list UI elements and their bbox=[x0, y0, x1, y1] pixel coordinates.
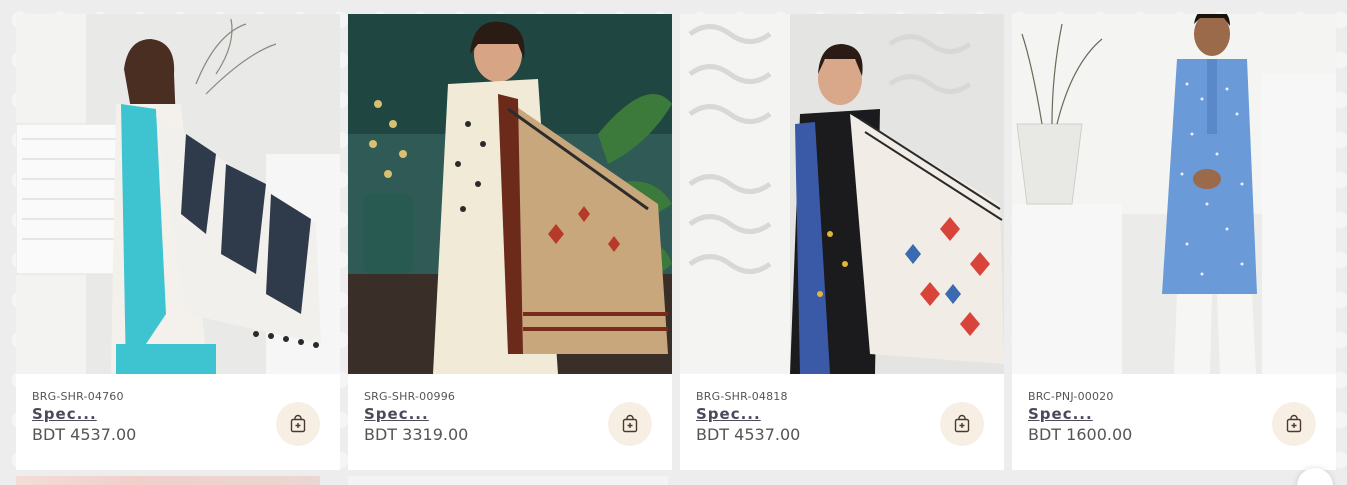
product-sku: BRG-SHR-04760 bbox=[32, 390, 124, 403]
shopping-bag-plus-icon bbox=[290, 414, 306, 433]
product-sku: BRG-SHR-04818 bbox=[696, 390, 788, 403]
add-to-cart-button[interactable] bbox=[940, 402, 984, 446]
product-card[interactable]: BRG-SHR-04818 Spec... BDT 4537.00 bbox=[680, 14, 1004, 470]
product-info: BRG-SHR-04760 Spec... BDT 4537.00 bbox=[16, 374, 340, 470]
next-row-product-image-partial bbox=[16, 476, 320, 485]
product-image[interactable] bbox=[16, 14, 340, 374]
product-sku: BRC-PNJ-00020 bbox=[1028, 390, 1114, 403]
product-name-link[interactable]: Spec... bbox=[1028, 405, 1093, 423]
add-to-cart-button[interactable] bbox=[276, 402, 320, 446]
add-to-cart-button[interactable] bbox=[1272, 402, 1316, 446]
product-name-link[interactable]: Spec... bbox=[32, 405, 97, 423]
shopping-bag-plus-icon bbox=[954, 414, 970, 433]
product-image[interactable] bbox=[1012, 14, 1336, 374]
product-image[interactable] bbox=[680, 14, 1004, 374]
product-card[interactable]: SRG-SHR-00996 Spec... BDT 3319.00 bbox=[348, 14, 672, 470]
product-grid-page: BRG-SHR-04760 Spec... BDT 4537.00 SRG-SH… bbox=[0, 0, 1347, 485]
product-card[interactable]: BRG-SHR-04760 Spec... BDT 4537.00 bbox=[16, 14, 340, 470]
shopping-bag-plus-icon bbox=[1286, 414, 1302, 433]
next-row-product-card-partial bbox=[348, 476, 668, 485]
add-to-cart-button[interactable] bbox=[608, 402, 652, 446]
product-image[interactable] bbox=[348, 14, 672, 374]
product-name-link[interactable]: Spec... bbox=[696, 405, 761, 423]
product-info: BRG-SHR-04818 Spec... BDT 4537.00 bbox=[680, 374, 1004, 470]
product-info: BRC-PNJ-00020 Spec... BDT 1600.00 bbox=[1012, 374, 1336, 470]
scroll-to-top-button[interactable] bbox=[1297, 468, 1333, 485]
product-info: SRG-SHR-00996 Spec... BDT 3319.00 bbox=[348, 374, 672, 470]
product-sku: SRG-SHR-00996 bbox=[364, 390, 456, 403]
product-grid: BRG-SHR-04760 Spec... BDT 4537.00 SRG-SH… bbox=[16, 14, 1336, 470]
shopping-bag-plus-icon bbox=[622, 414, 638, 433]
product-card[interactable]: BRC-PNJ-00020 Spec... BDT 1600.00 bbox=[1012, 14, 1336, 470]
product-name-link[interactable]: Spec... bbox=[364, 405, 429, 423]
